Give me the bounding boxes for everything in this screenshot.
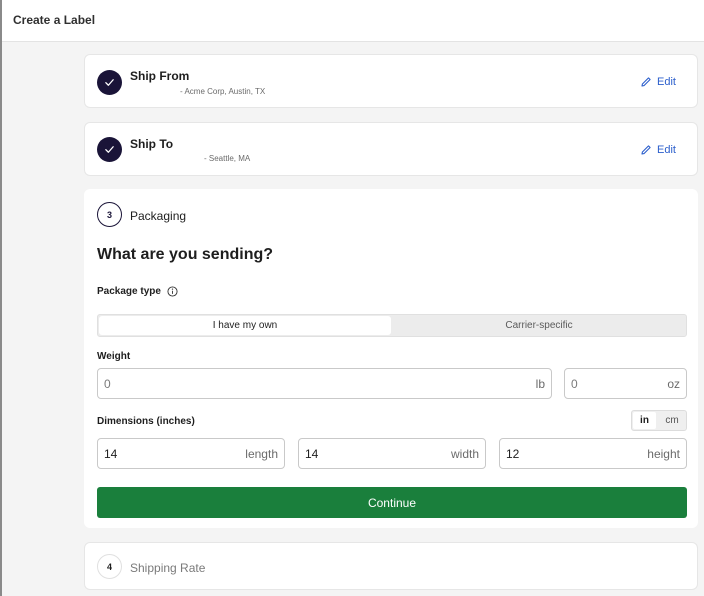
height-value: 12 [506,447,520,461]
unit-in-option[interactable]: in [633,412,656,429]
ship-from-detail: - Acme Corp, Austin, TX [180,87,266,96]
step-number: 3 [106,209,112,220]
dimension-unit-toggle: in cm [631,410,687,431]
package-type-label: Package type [97,286,178,297]
height-unit: height [647,447,680,461]
weight-oz-input[interactable]: 0 oz [564,368,687,399]
dimensions-label: Dimensions (inches) [97,416,195,427]
ship-to-card: Ship To - Seattle, MA Edit [84,122,698,176]
ship-to-edit-link[interactable]: Edit [640,144,676,156]
width-value: 14 [305,447,319,461]
question-heading: What are you sending? [97,246,274,263]
weight-lb-unit: lb [535,377,545,391]
ship-to-detail: - Seattle, MA [204,154,251,163]
length-value: 14 [104,447,118,461]
ship-from-edit-link[interactable]: Edit [640,76,676,88]
pencil-icon [641,145,651,155]
completed-check-icon [97,70,122,95]
package-type-own-option[interactable]: I have my own [99,316,391,335]
step-number: 4 [106,561,112,572]
shipping-rate-card: 4 Shipping Rate [84,542,698,590]
weight-oz-unit: oz [667,377,680,391]
package-type-label-text: Package type [97,286,161,297]
step-number-badge: 3 [97,202,122,227]
unit-cm-option[interactable]: cm [658,412,686,429]
ship-to-title: Ship To [130,137,174,151]
packaging-card: 3 Packaging What are you sending? Packag… [84,189,698,528]
weight-label: Weight [97,351,131,362]
weight-oz-value: 0 [571,377,578,391]
shipping-rate-title: Shipping Rate [130,561,206,575]
width-unit: width [450,447,479,461]
package-type-toggle: I have my own Carrier-specific [97,314,687,337]
width-input[interactable]: 14 width [298,438,486,469]
length-input[interactable]: 14 length [97,438,285,469]
ship-from-title: Ship From [130,69,190,83]
step-number-badge: 4 [97,554,122,579]
continue-button[interactable]: Continue [97,487,687,518]
page-title: Create a Label [13,13,96,27]
window-frame-edge [0,0,2,596]
weight-lb-input[interactable]: 0 lb [97,368,552,399]
ship-from-card: Ship From - Acme Corp, Austin, TX Edit [84,54,698,108]
packaging-title: Packaging [130,209,187,223]
edit-label: Edit [657,76,676,88]
height-input[interactable]: 12 height [499,438,687,469]
header-bar: Create a Label [2,0,704,42]
pencil-icon [641,77,651,87]
weight-lb-value: 0 [104,377,111,391]
length-unit: length [245,447,278,461]
package-type-carrier-option[interactable]: Carrier-specific [392,316,686,335]
completed-check-icon [97,137,122,162]
info-icon[interactable] [167,286,178,297]
edit-label: Edit [657,144,676,156]
